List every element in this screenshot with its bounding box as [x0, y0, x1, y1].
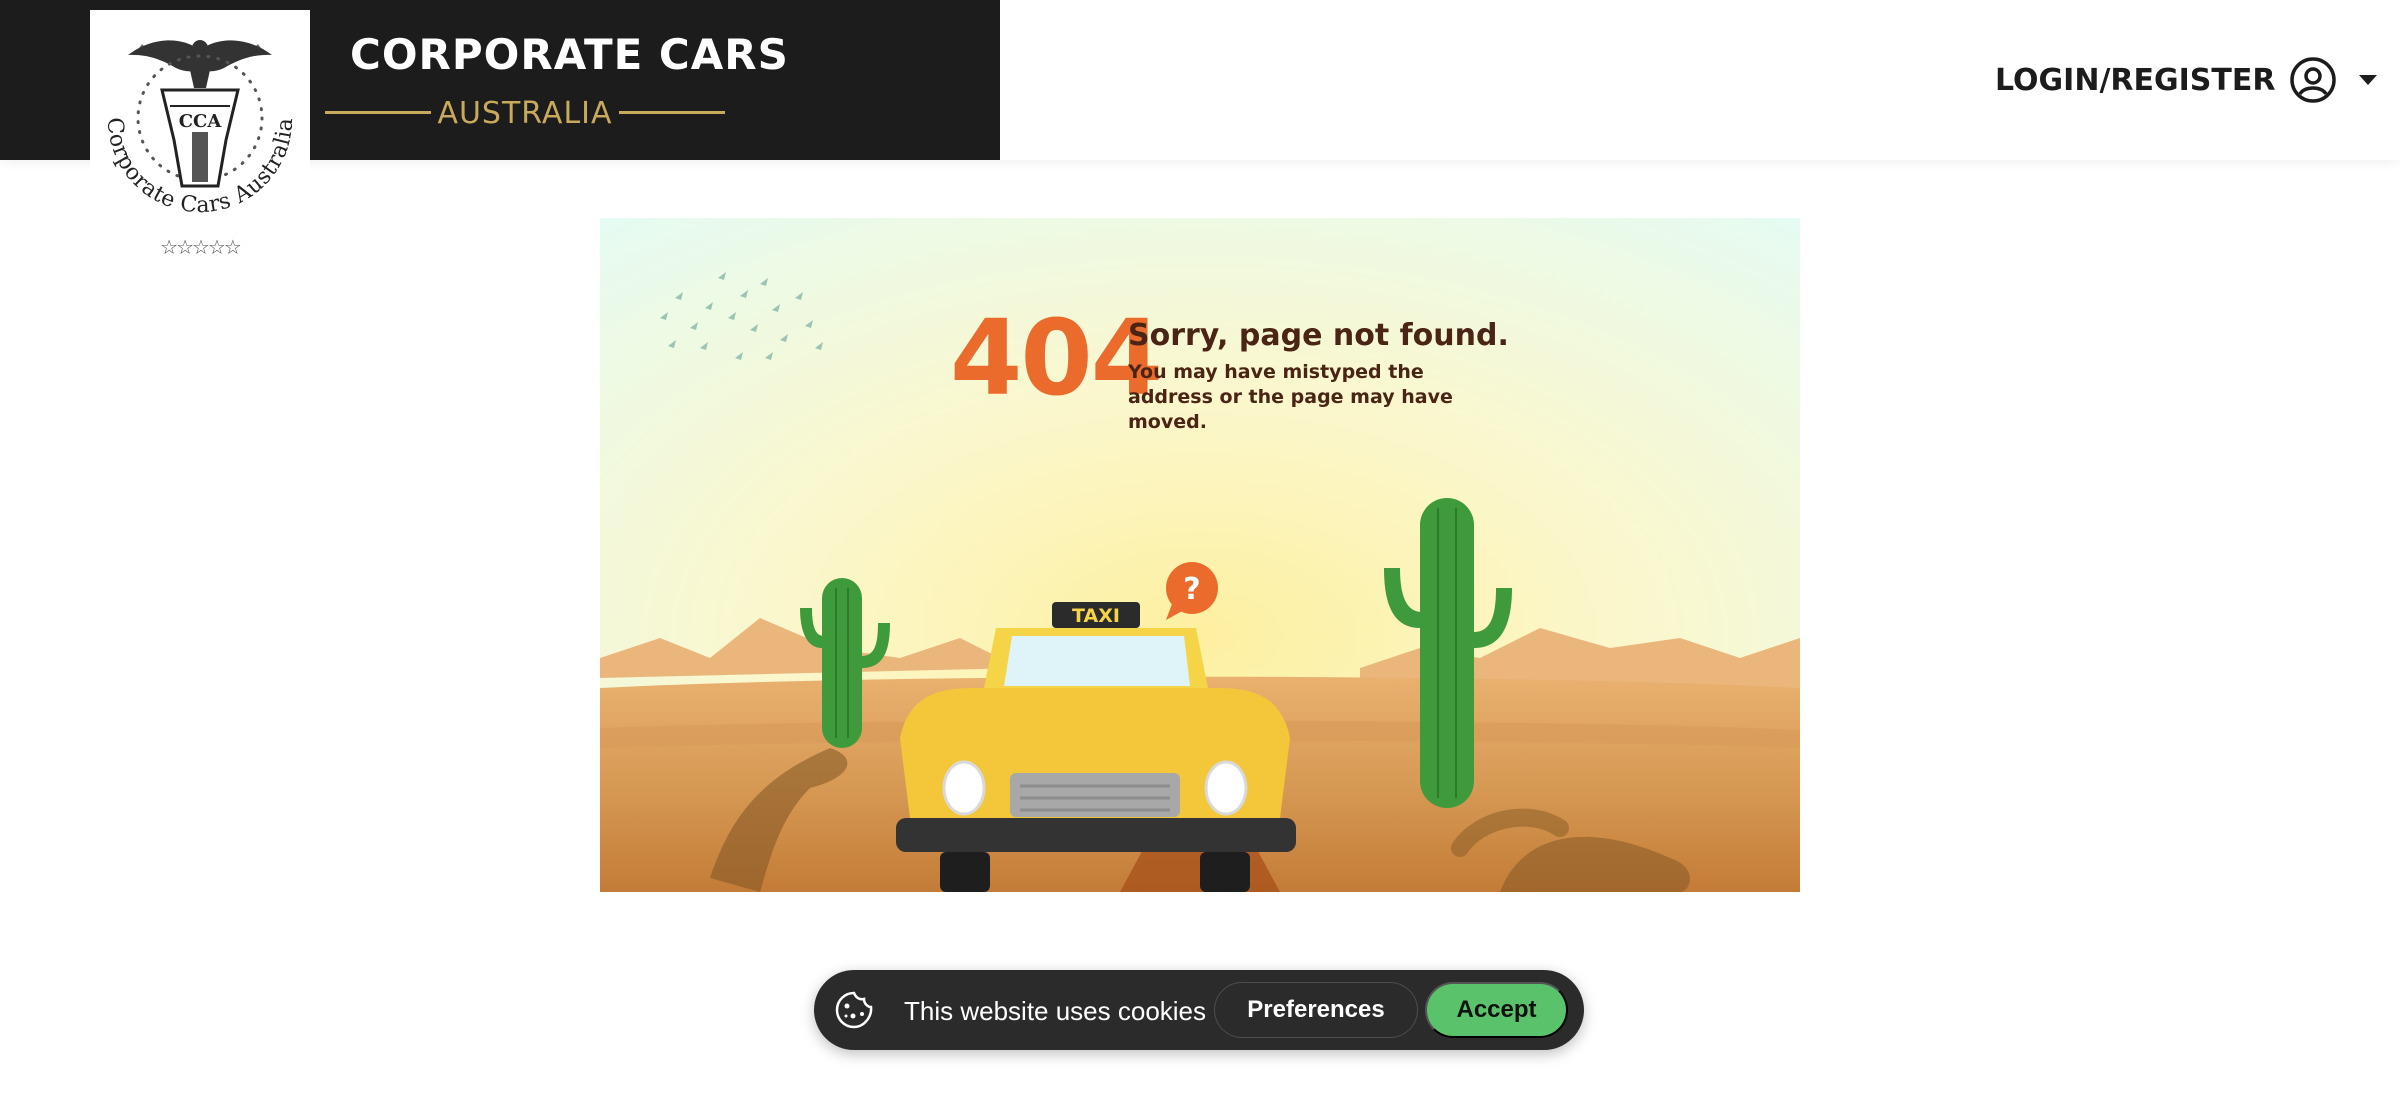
site-logo[interactable]: CCA Corporate Cars Australia ☆☆☆☆☆ [90, 10, 310, 268]
caret-down-icon[interactable] [2359, 75, 2378, 85]
cookie-banner: This website uses cookies Preferences Ac… [814, 970, 1584, 1050]
logo-rating-stars: ☆☆☆☆☆ [160, 235, 241, 259]
brand-title[interactable]: CORPORATE CARS [350, 30, 789, 79]
site-header: CORPORATE CARS AUSTRALIA LOGIN/REGISTER [0, 0, 2400, 160]
brand-divider-right [619, 111, 725, 114]
not-found-illustration: ? TAXI 404 Sorry, page not found. You ma… [600, 218, 1800, 892]
brand-subtitle-group: AUSTRALIA [325, 92, 725, 132]
error-title: Sorry, page not found. [1128, 318, 1509, 353]
taxi-sign: TAXI [1072, 605, 1120, 627]
question-mark: ? [1183, 572, 1200, 607]
cookie-icon [835, 991, 873, 1029]
login-register-label[interactable]: LOGIN/REGISTER [1995, 63, 2275, 98]
login-register-menu[interactable]: LOGIN/REGISTER [1995, 50, 2378, 110]
eagle-crest-icon: CCA Corporate Cars Australia ☆☆☆☆☆ [102, 40, 298, 259]
logo-initials: CCA [179, 111, 223, 132]
accept-button[interactable]: Accept [1425, 982, 1568, 1038]
error-message: You may have mistyped the address or the… [1128, 361, 1453, 433]
cookie-message: This website uses cookies [904, 996, 1207, 1026]
user-circle-icon[interactable] [2289, 56, 2337, 104]
preferences-button[interactable]: Preferences [1214, 982, 1418, 1038]
